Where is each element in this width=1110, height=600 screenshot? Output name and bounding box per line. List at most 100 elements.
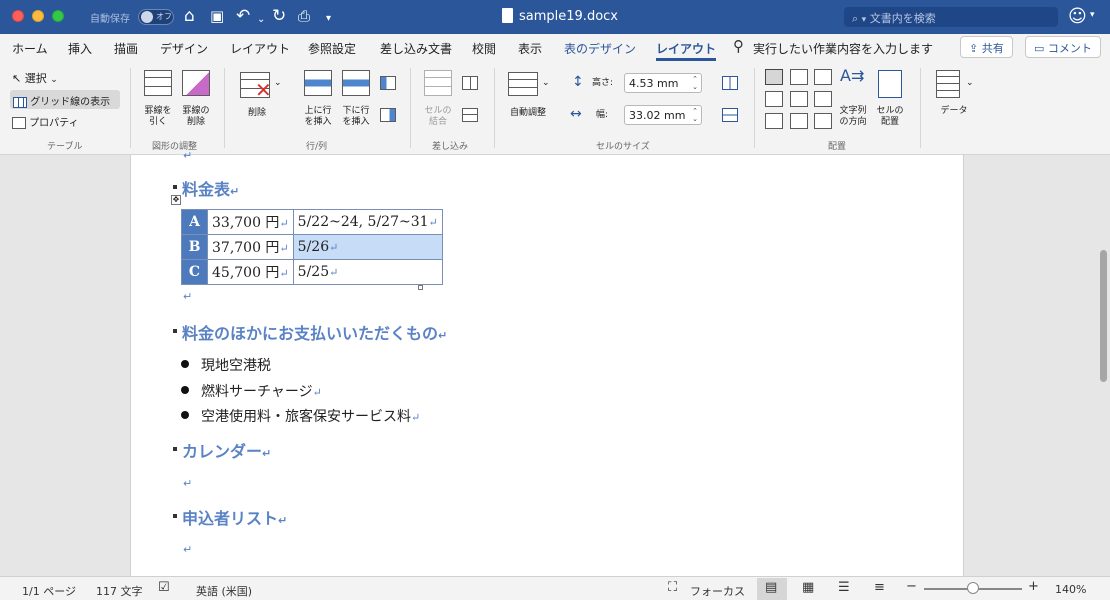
cell-margins-icon[interactable] — [878, 70, 902, 98]
row-label-cell[interactable]: A — [181, 209, 208, 235]
table-resize-handle[interactable] — [418, 285, 423, 290]
focus-button[interactable]: フォーカス — [690, 583, 745, 599]
cell-margins-button[interactable]: セルの 配置 — [872, 106, 908, 128]
tab-mailings[interactable]: 差し込み文書 — [380, 40, 452, 57]
zoom-slider-knob[interactable] — [967, 582, 979, 594]
zoom-level[interactable]: 140% — [1055, 583, 1086, 596]
autofit-button[interactable]: 自動調整 — [504, 108, 552, 119]
row-height-input[interactable]: 4.53 mm ⌃ ⌄ — [624, 73, 702, 93]
close-window-icon[interactable] — [12, 10, 24, 22]
delete-button[interactable]: 削除 — [242, 108, 272, 119]
redo-icon[interactable]: ↻ — [272, 6, 286, 26]
autosave-toggle[interactable]: オフ — [138, 9, 174, 25]
page-count[interactable]: 1/1 ページ — [22, 583, 76, 599]
delete-table-icon[interactable]: ✕ — [240, 72, 272, 100]
properties-button[interactable]: プロパティ — [12, 114, 79, 129]
tab-table-design[interactable]: 表のデザイン — [564, 40, 636, 57]
eraser-button[interactable]: 罫線の 削除 — [179, 106, 213, 128]
insert-left-icon[interactable] — [380, 76, 396, 90]
word-count[interactable]: 117 文字 — [96, 583, 143, 599]
tab-home[interactable]: ホーム — [12, 40, 48, 57]
tab-table-layout[interactable]: レイアウト — [656, 40, 716, 57]
align-top-right-icon[interactable] — [814, 69, 832, 85]
autofit-dropdown-icon[interactable]: ⌄ — [542, 78, 550, 88]
share-button[interactable]: ⇪ 共有 — [960, 36, 1013, 58]
save-icon[interactable]: ▣ — [210, 6, 224, 26]
delete-dropdown-icon[interactable]: ⌄ — [274, 78, 282, 88]
insert-below-button[interactable]: 下に行 を挿入 — [338, 106, 374, 128]
outline-view-icon[interactable]: ☰ — [838, 580, 850, 595]
focus-icon[interactable]: ⛶ — [668, 580, 677, 595]
column-width-input[interactable]: 33.02 mm ⌃ ⌄ — [624, 105, 702, 125]
zoom-window-icon[interactable] — [52, 10, 64, 22]
distribute-columns-icon[interactable] — [722, 76, 738, 90]
customize-toolbar-icon[interactable]: ▾ — [326, 9, 331, 29]
insert-right-icon[interactable] — [380, 108, 396, 122]
tab-design[interactable]: デザイン — [160, 40, 208, 57]
dates-cell[interactable]: 5/25↵ — [292, 259, 443, 285]
data-button[interactable]: データ — [934, 106, 974, 117]
table-move-handle[interactable]: ✥ — [171, 195, 181, 205]
tab-view[interactable]: 表示 — [518, 40, 542, 57]
align-middle-right-icon[interactable] — [814, 91, 832, 107]
align-top-left-icon[interactable] — [765, 69, 783, 85]
tab-insert[interactable]: 挿入 — [68, 40, 92, 57]
eraser-icon[interactable] — [182, 70, 210, 96]
merge-cells-button[interactable]: セルの 結合 — [420, 106, 456, 128]
draw-table-button[interactable]: 罫線を 引く — [141, 106, 175, 128]
feedback-dropdown-icon[interactable]: ▾ — [1090, 10, 1095, 20]
proofing-icon[interactable]: ☑ — [158, 580, 170, 595]
text-direction-icon[interactable]: A⇉ — [840, 68, 864, 84]
row-label-cell[interactable]: B — [181, 234, 208, 260]
split-cells-icon[interactable] — [462, 76, 478, 90]
print-icon[interactable]: ⎙ — [298, 6, 310, 26]
zoom-out-icon[interactable]: − — [906, 579, 917, 594]
price-cell[interactable]: 33,700 円↵ — [207, 209, 294, 235]
distribute-rows-icon[interactable] — [722, 108, 738, 122]
home-icon[interactable]: ⌂ — [184, 6, 195, 26]
search-input[interactable]: ⌕ ▾ 文書内を検索 — [844, 7, 1058, 27]
insert-above-icon[interactable] — [304, 70, 332, 96]
align-bottom-left-icon[interactable] — [765, 113, 783, 129]
document-page[interactable]: ↵ 料金表↵ ✥ A 33,700 円↵ 5/22~24, 5/27~31↵ B… — [130, 149, 964, 576]
minimize-window-icon[interactable] — [32, 10, 44, 22]
autofit-icon[interactable] — [508, 72, 538, 96]
dates-cell[interactable]: 5/22~24, 5/27~31↵ — [292, 209, 443, 235]
tab-layout[interactable]: レイアウト — [230, 40, 290, 57]
dates-cell-selected[interactable]: 5/26↵ — [292, 234, 443, 260]
tab-draw[interactable]: 描画 — [114, 40, 138, 57]
comments-button[interactable]: ▭ コメント — [1025, 36, 1101, 58]
tab-references[interactable]: 参照設定 — [308, 40, 356, 57]
tell-me-box[interactable]: 実行したい作業内容を入力します — [753, 40, 933, 57]
data-dropdown-icon[interactable]: ⌄ — [966, 78, 974, 88]
undo-icon[interactable]: ↶ — [236, 6, 250, 26]
row-label-cell[interactable]: C — [181, 259, 208, 285]
data-icon[interactable] — [936, 70, 960, 98]
price-cell[interactable]: 45,700 円↵ — [207, 259, 294, 285]
undo-dropdown-icon[interactable]: ⌄ — [257, 10, 265, 30]
align-middle-left-icon[interactable] — [765, 91, 783, 107]
align-top-center-icon[interactable] — [790, 69, 808, 85]
insert-above-button[interactable]: 上に行 を挿入 — [300, 106, 336, 128]
tab-review[interactable]: 校閲 — [472, 40, 496, 57]
align-bottom-right-icon[interactable] — [814, 113, 832, 129]
scrollbar-thumb[interactable] — [1100, 250, 1107, 382]
align-bottom-center-icon[interactable] — [790, 113, 808, 129]
merge-cells-icon[interactable] — [424, 70, 452, 96]
zoom-in-icon[interactable]: + — [1028, 579, 1039, 594]
web-layout-icon[interactable]: ▦ — [802, 580, 814, 595]
text-direction-button[interactable]: 文字列 の方向 — [834, 106, 872, 128]
insert-below-icon[interactable] — [342, 70, 370, 96]
view-gridlines-button[interactable]: グリッド線の表示 — [10, 90, 120, 109]
align-middle-center-icon[interactable] — [790, 91, 808, 107]
row-height-stepper[interactable]: ⌃ ⌄ — [692, 75, 698, 91]
feedback-smiley-icon[interactable]: ☺ — [1068, 6, 1087, 27]
draft-view-icon[interactable]: ≡ — [874, 580, 885, 595]
column-width-stepper[interactable]: ⌃ ⌄ — [692, 107, 698, 123]
split-table-icon[interactable] — [462, 108, 478, 122]
draw-table-icon[interactable] — [144, 70, 172, 96]
price-table[interactable]: A 33,700 円↵ 5/22~24, 5/27~31↵ B 37,700 円… — [181, 209, 443, 285]
language-indicator[interactable]: 英語 (米国) — [196, 583, 252, 599]
price-cell[interactable]: 37,700 円↵ — [207, 234, 294, 260]
select-button[interactable]: ↖ 選択 ⌄ — [12, 70, 58, 86]
